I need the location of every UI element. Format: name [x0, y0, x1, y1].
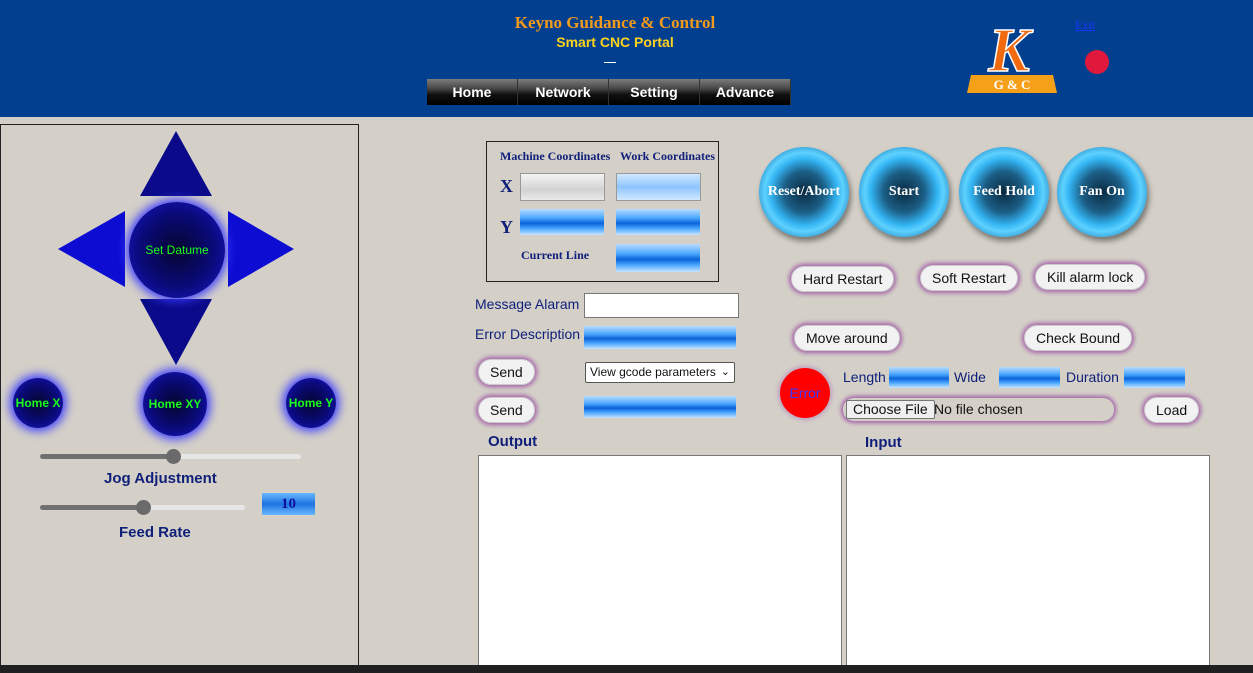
command-value	[584, 396, 736, 418]
hard-restart-button[interactable]: Hard Restart	[791, 266, 895, 292]
logo-letter: K	[987, 17, 1033, 85]
reset-abort-button[interactable]: Reset/Abort	[759, 147, 849, 237]
y-axis-label: Y	[500, 217, 513, 237]
nav-advance[interactable]: Advance	[700, 79, 791, 105]
feed-hold-button[interactable]: Feed Hold	[959, 147, 1049, 237]
jog-right-arrow-icon[interactable]	[228, 211, 294, 287]
send-command-button[interactable]: Send	[478, 397, 535, 423]
work-x-value	[616, 173, 701, 201]
connection-status-dot	[1085, 50, 1109, 74]
current-line-label: Current Line	[521, 248, 590, 262]
coordinates-panel: Machine Coordinates Work Coordinates X Y…	[486, 141, 719, 282]
nav-network[interactable]: Network	[518, 79, 609, 105]
length-value	[889, 367, 949, 388]
home-xy-button[interactable]: Home XY	[143, 372, 207, 436]
duration-value	[1124, 367, 1185, 388]
x-axis-label: X	[500, 176, 513, 196]
slider-thumb[interactable]	[135, 500, 151, 515]
work-coordinates-label: Work Coordinates	[620, 149, 716, 163]
set-datume-button[interactable]: Set Datume	[129, 202, 225, 298]
error-description-value	[584, 326, 736, 349]
jog-left-arrow-icon[interactable]	[58, 211, 125, 287]
jog-down-arrow-icon[interactable]	[140, 299, 212, 365]
output-label: Output	[488, 433, 538, 450]
error-description-label: Error Description	[475, 326, 581, 342]
machine-x-value	[520, 173, 605, 201]
kill-alarm-lock-button[interactable]: Kill alarm lock	[1035, 264, 1146, 290]
work-y-value	[616, 209, 700, 235]
choose-file-button[interactable]: Choose File	[846, 400, 935, 419]
current-line-value	[616, 244, 700, 272]
slider-thumb[interactable]	[166, 449, 182, 464]
home-y-button[interactable]: Home Y	[286, 378, 336, 428]
message-alarm-field[interactable]	[584, 293, 739, 318]
length-label: Length	[843, 369, 886, 385]
gcode-parameters-select[interactable]: View gcode parameters ⌄	[585, 362, 735, 383]
nav-setting[interactable]: Setting	[609, 79, 700, 105]
soft-restart-button[interactable]: Soft Restart	[920, 265, 1018, 291]
feed-rate-label: Feed Rate	[119, 524, 191, 541]
load-button[interactable]: Load	[1144, 397, 1200, 423]
home-x-button[interactable]: Home X	[13, 378, 63, 428]
taskbar	[0, 665, 1253, 673]
feed-rate-slider[interactable]	[40, 500, 245, 515]
jog-adjustment-slider[interactable]	[40, 449, 301, 464]
header-divider	[604, 62, 616, 63]
exit-link[interactable]: Exit	[1075, 18, 1095, 33]
machine-y-value	[520, 209, 604, 235]
jog-panel: Set Datume Home X Home XY Home Y Jog Adj…	[0, 124, 359, 673]
header-bar: Keyno Guidance & Control Smart CNC Porta…	[0, 0, 1253, 117]
move-around-button[interactable]: Move around	[794, 325, 900, 351]
file-name-text: No file chosen	[934, 401, 1023, 417]
feed-rate-value: 10	[262, 493, 315, 515]
start-button[interactable]: Start	[859, 147, 949, 237]
message-alarm-label: Message Alaram	[475, 296, 580, 312]
nav-home[interactable]: Home	[427, 79, 518, 105]
error-indicator-button[interactable]: Error	[780, 368, 830, 418]
jog-adjustment-label: Jog Adjustment	[104, 470, 217, 487]
main-nav: Home Network Setting Advance	[427, 79, 791, 105]
company-logo: G & C K	[967, 16, 1057, 93]
wide-value	[999, 367, 1060, 388]
chevron-down-icon: ⌄	[720, 366, 730, 378]
output-textarea[interactable]	[478, 455, 842, 673]
jog-up-arrow-icon[interactable]	[140, 131, 212, 196]
machine-coordinates-label: Machine Coordinates	[500, 149, 611, 163]
fan-on-button[interactable]: Fan On	[1057, 147, 1147, 237]
file-upload-field: Choose File No file chosen	[843, 398, 1114, 421]
input-label: Input	[865, 434, 902, 451]
duration-label: Duration	[1066, 369, 1119, 385]
gcode-select-value: View gcode parameters	[590, 365, 716, 379]
wide-label: Wide	[954, 369, 986, 385]
check-bound-button[interactable]: Check Bound	[1024, 325, 1133, 351]
send-gcode-button[interactable]: Send	[478, 359, 535, 385]
input-textarea[interactable]	[846, 455, 1210, 673]
